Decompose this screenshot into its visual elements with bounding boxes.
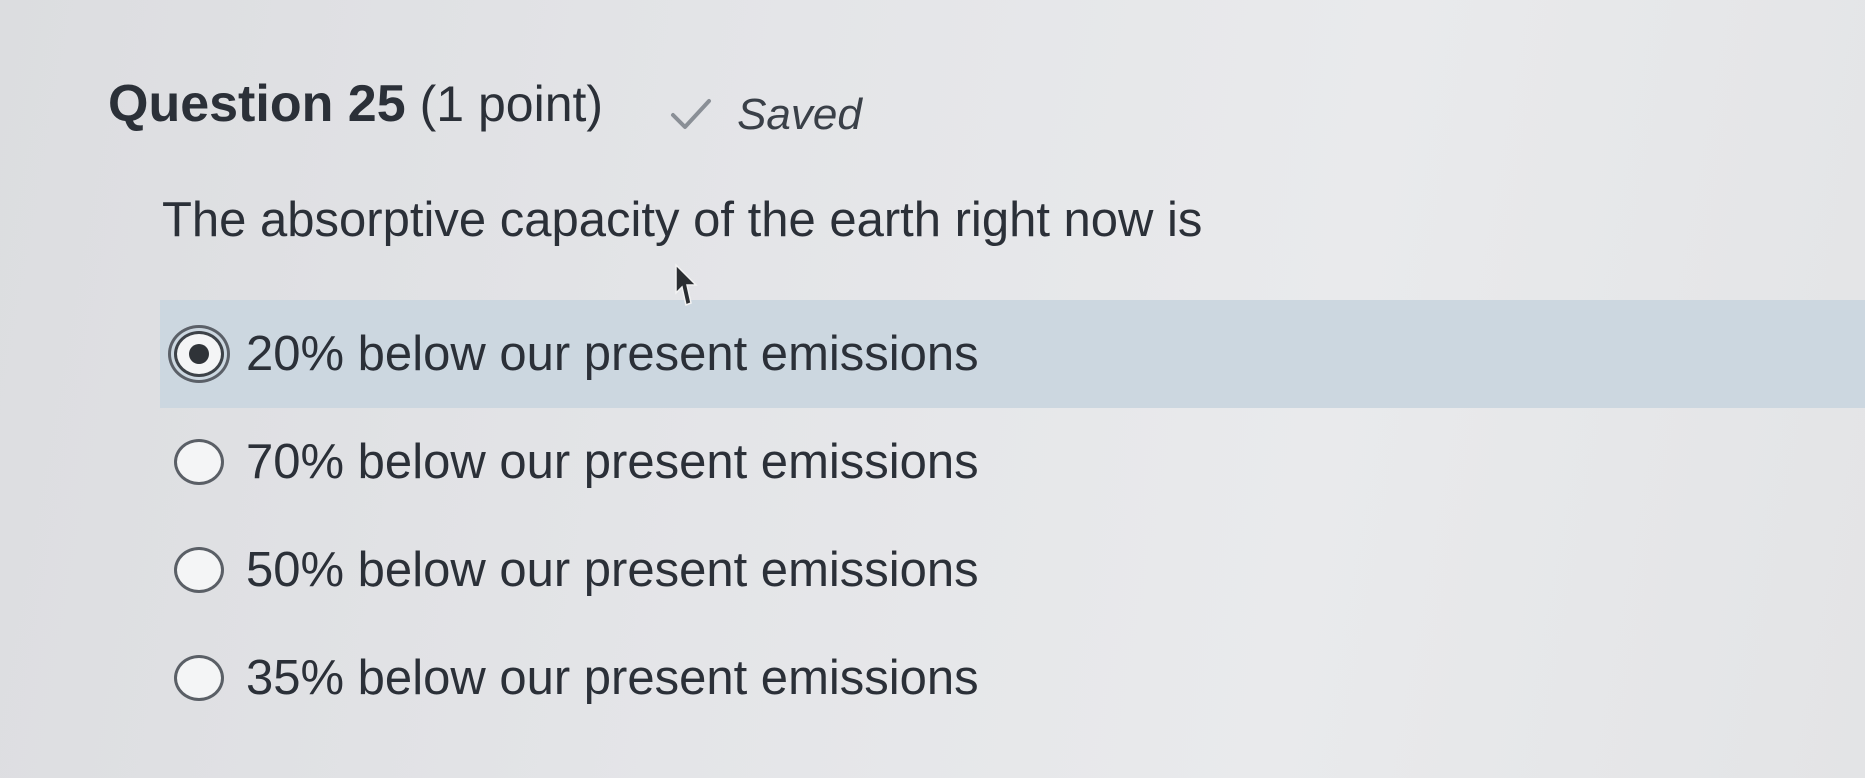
radio-button[interactable] bbox=[174, 655, 224, 701]
saved-indicator: Saved bbox=[669, 90, 862, 140]
mouse-cursor-icon bbox=[675, 263, 698, 307]
answer-label[interactable]: 70% below our present emissions bbox=[246, 434, 979, 490]
question-prompt: The absorptive capacity of the earth rig… bbox=[162, 193, 1203, 247]
question-title: Question 25 bbox=[108, 75, 406, 133]
quiz-page: Question 25 (1 point) Saved The absorpti… bbox=[0, 0, 1865, 778]
answer-option-1[interactable]: 20% below our present emissions bbox=[160, 300, 1865, 408]
radio-button[interactable] bbox=[174, 547, 224, 593]
answer-label[interactable]: 50% below our present emissions bbox=[246, 542, 979, 598]
answer-option-4[interactable]: 35% below our present emissions bbox=[160, 624, 1865, 732]
radio-dot-icon bbox=[189, 344, 209, 364]
radio-button[interactable] bbox=[174, 439, 224, 485]
answer-label[interactable]: 35% below our present emissions bbox=[246, 650, 979, 706]
question-points: (1 point) bbox=[419, 76, 604, 132]
question-header: Question 25 (1 point) Saved bbox=[108, 68, 862, 140]
answer-label[interactable]: 20% below our present emissions bbox=[246, 326, 979, 382]
saved-status: Saved bbox=[737, 90, 862, 139]
answer-option-3[interactable]: 50% below our present emissions bbox=[160, 516, 1865, 624]
answer-option-2[interactable]: 70% below our present emissions bbox=[160, 408, 1865, 516]
radio-button-selected[interactable] bbox=[174, 331, 224, 377]
check-icon bbox=[671, 99, 712, 129]
answer-list: 20% below our present emissions 70% belo… bbox=[160, 300, 1865, 732]
